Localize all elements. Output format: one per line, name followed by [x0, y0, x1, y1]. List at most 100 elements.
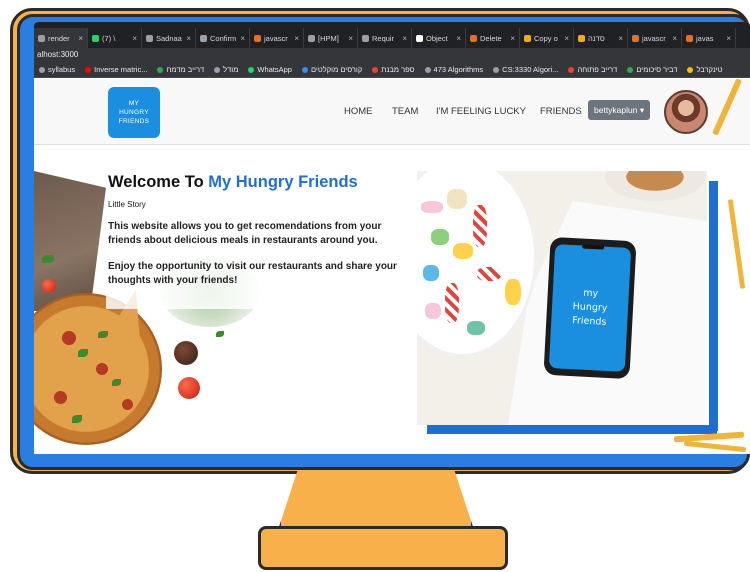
site-logo[interactable]: MY HUNGRY FRIENDS: [108, 87, 160, 138]
candy-image: [423, 265, 439, 281]
bookmark-icon: [627, 66, 634, 73]
plate-image: [605, 171, 705, 201]
tab-favicon-icon: [578, 34, 585, 42]
tab-label: Object: [426, 33, 448, 43]
phone-image: my Hungry Friends: [543, 236, 637, 380]
bookmark-item[interactable]: קורסים מוקלטים: [297, 65, 367, 74]
user-avatar[interactable]: [664, 90, 708, 134]
bookmark-icon: [568, 66, 575, 73]
browser-tab[interactable]: [HPM] ×: [304, 28, 358, 48]
tomato-image: [178, 377, 200, 399]
bookmark-label: Inverse matric...: [94, 65, 148, 74]
tab-close-icon[interactable]: ×: [618, 34, 623, 43]
bookmark-item[interactable]: CS:3330 Algori...: [488, 65, 563, 74]
fry-image: [683, 440, 747, 453]
nav-home-link[interactable]: HOME: [344, 106, 373, 117]
bookmark-item[interactable]: דרייב פתוחה: [563, 65, 622, 74]
tab-label: javascr: [264, 33, 288, 43]
nav-lucky-link[interactable]: I'M FEELING LUCKY: [436, 106, 526, 117]
pepperoni-image: [62, 331, 76, 345]
tab-close-icon[interactable]: ×: [510, 34, 515, 43]
tab-favicon-icon: [470, 34, 477, 42]
tab-close-icon[interactable]: ×: [294, 34, 299, 43]
tab-favicon-icon: [632, 34, 639, 42]
tab-close-icon[interactable]: ×: [78, 34, 83, 43]
nav-friends-link[interactable]: FRIENDS: [540, 106, 582, 117]
image-accent-right: [709, 181, 718, 431]
bookmark-item[interactable]: Inverse matric...: [80, 65, 152, 74]
user-dropdown-button[interactable]: bettykaplun ▾: [588, 100, 651, 120]
welcome-prefix: Welcome To: [108, 173, 204, 191]
tab-close-icon[interactable]: ×: [186, 34, 191, 43]
browser-tab[interactable]: javascr ×: [628, 28, 682, 48]
tab-close-icon[interactable]: ×: [240, 34, 245, 43]
browser-tab[interactable]: Requir ×: [358, 28, 412, 48]
bookmarks-bar: syllabus Inverse matric... דרייב מדמח מודל W…: [34, 62, 750, 78]
bookmark-item[interactable]: דרייב מדמח: [152, 65, 209, 74]
browser-tab[interactable]: Delete ×: [466, 28, 520, 48]
bookmark-icon: [687, 66, 694, 73]
bookmark-item[interactable]: מודל: [209, 65, 243, 74]
candy-image: [421, 201, 443, 213]
bookmark-icon: [85, 66, 92, 73]
bookmark-item[interactable]: ספר מבנת: [367, 65, 419, 74]
tab-label: סדנה: [588, 33, 605, 43]
browser-tab[interactable]: javascr ×: [250, 28, 304, 48]
welcome-brand: My Hungry Friends: [208, 173, 358, 191]
bookmark-icon: [301, 66, 308, 73]
browser-tab[interactable]: Copy o ×: [520, 28, 574, 48]
tab-close-icon[interactable]: ×: [564, 34, 569, 43]
tab-close-icon[interactable]: ×: [456, 34, 461, 43]
tab-favicon-icon: [308, 34, 315, 42]
tab-favicon-icon: [686, 34, 693, 42]
fry-image: [727, 199, 746, 289]
intro-paragraph-1: This website allows you to get recomenda…: [108, 221, 382, 246]
tab-favicon-icon: [38, 34, 45, 42]
monitor-base: [258, 526, 508, 570]
bookmark-label: syllabus: [48, 65, 76, 74]
logo-line: HUNGRY: [119, 109, 149, 116]
bookmark-item[interactable]: 473 Algorithms: [420, 65, 489, 74]
phone-text: Friends: [571, 315, 607, 328]
bookmark-icon: [372, 66, 379, 73]
candy-image: [431, 229, 449, 245]
address-bar[interactable]: alhost:3000: [34, 48, 750, 62]
website: MY HUNGRY FRIENDS HOME TEAM I'M FEELING …: [34, 78, 750, 454]
phone-text: my: [583, 287, 599, 300]
pepperoni-image: [54, 391, 67, 404]
bookmark-label: דרייב מדמח: [166, 65, 205, 74]
browser-tab[interactable]: Confirm ×: [196, 28, 250, 48]
pepperoni-image: [122, 399, 133, 410]
tab-favicon-icon: [146, 34, 153, 42]
nav-team-link[interactable]: TEAM: [392, 106, 418, 117]
tab-close-icon[interactable]: ×: [672, 34, 677, 43]
browser-tab[interactable]: Sadnaa ×: [142, 28, 196, 48]
tab-close-icon[interactable]: ×: [348, 34, 353, 43]
browser-tab[interactable]: (7) \ ×: [88, 28, 142, 48]
candy-image: [467, 321, 485, 335]
bookmark-item[interactable]: דביר סיכומים: [622, 65, 682, 74]
illustration: render × (7) \ × Sadnaa × Confirm × javascr × [HPM…: [0, 0, 750, 572]
bookmark-item[interactable]: טינקרבל: [682, 65, 727, 74]
browser-tab[interactable]: סדנה ×: [574, 28, 628, 48]
basil-image: [42, 255, 54, 263]
tab-close-icon[interactable]: ×: [726, 34, 731, 43]
bookmark-label: דרייב פתוחה: [577, 65, 618, 74]
bookmark-icon: [248, 66, 255, 73]
browser-tab[interactable]: render ×: [34, 28, 88, 48]
tab-label: javascr: [642, 33, 666, 43]
tab-favicon-icon: [362, 34, 369, 42]
browser-tab[interactable]: Object ×: [412, 28, 466, 48]
bookmark-item[interactable]: WhatsApp: [243, 65, 297, 74]
bookmark-label: CS:3330 Algori...: [502, 65, 559, 74]
tab-close-icon[interactable]: ×: [402, 34, 407, 43]
tab-label: Copy o: [534, 33, 558, 43]
bookmark-label: WhatsApp: [257, 65, 292, 74]
tab-close-icon[interactable]: ×: [132, 34, 137, 43]
site-navbar: MY HUNGRY FRIENDS HOME TEAM I'M FEELING …: [34, 79, 750, 145]
candy-image: [505, 279, 521, 305]
basil-image: [112, 379, 121, 386]
bookmark-item[interactable]: syllabus: [34, 65, 80, 74]
browser-tab[interactable]: javas ×: [682, 28, 736, 48]
candy-image: [425, 303, 441, 319]
